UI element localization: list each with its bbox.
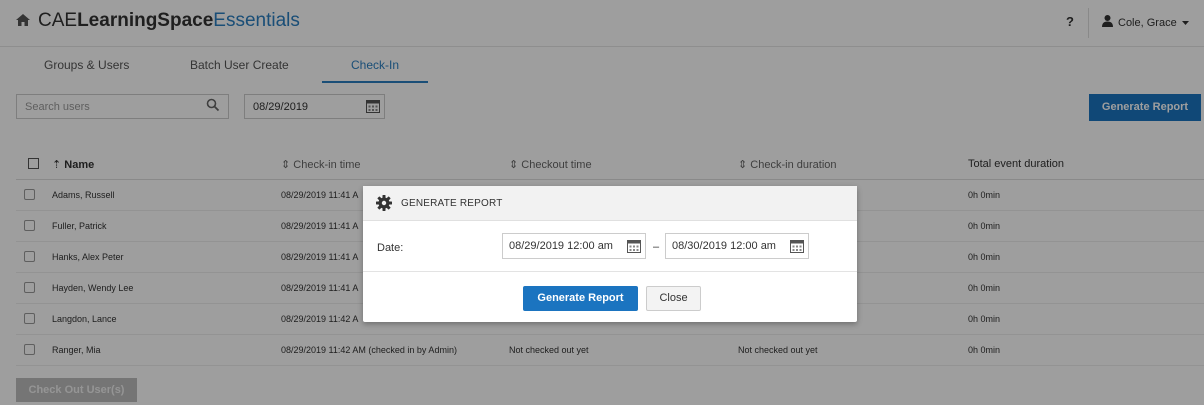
end-datetime-input[interactable]: 08/30/2019 12:00 am: [665, 233, 809, 259]
start-datetime-value: 08/29/2019 12:00 am: [509, 240, 613, 252]
start-datetime-input[interactable]: 08/29/2019 12:00 am: [502, 233, 646, 259]
end-datetime-value: 08/30/2019 12:00 am: [672, 240, 776, 252]
range-separator: –: [653, 241, 660, 253]
generate-report-dialog: GENERATE REPORT Date: 08/29/2019 12:00 a…: [363, 186, 857, 322]
calendar-icon[interactable]: [627, 239, 641, 256]
dialog-close-button[interactable]: Close: [646, 286, 701, 311]
dialog-title: GENERATE REPORT: [401, 198, 503, 209]
calendar-icon[interactable]: [790, 239, 804, 256]
divider: [363, 271, 857, 272]
dialog-header: GENERATE REPORT: [363, 186, 857, 221]
date-label: Date:: [377, 242, 404, 254]
gear-icon: [376, 195, 392, 211]
dialog-generate-report-button[interactable]: Generate Report: [523, 286, 638, 311]
